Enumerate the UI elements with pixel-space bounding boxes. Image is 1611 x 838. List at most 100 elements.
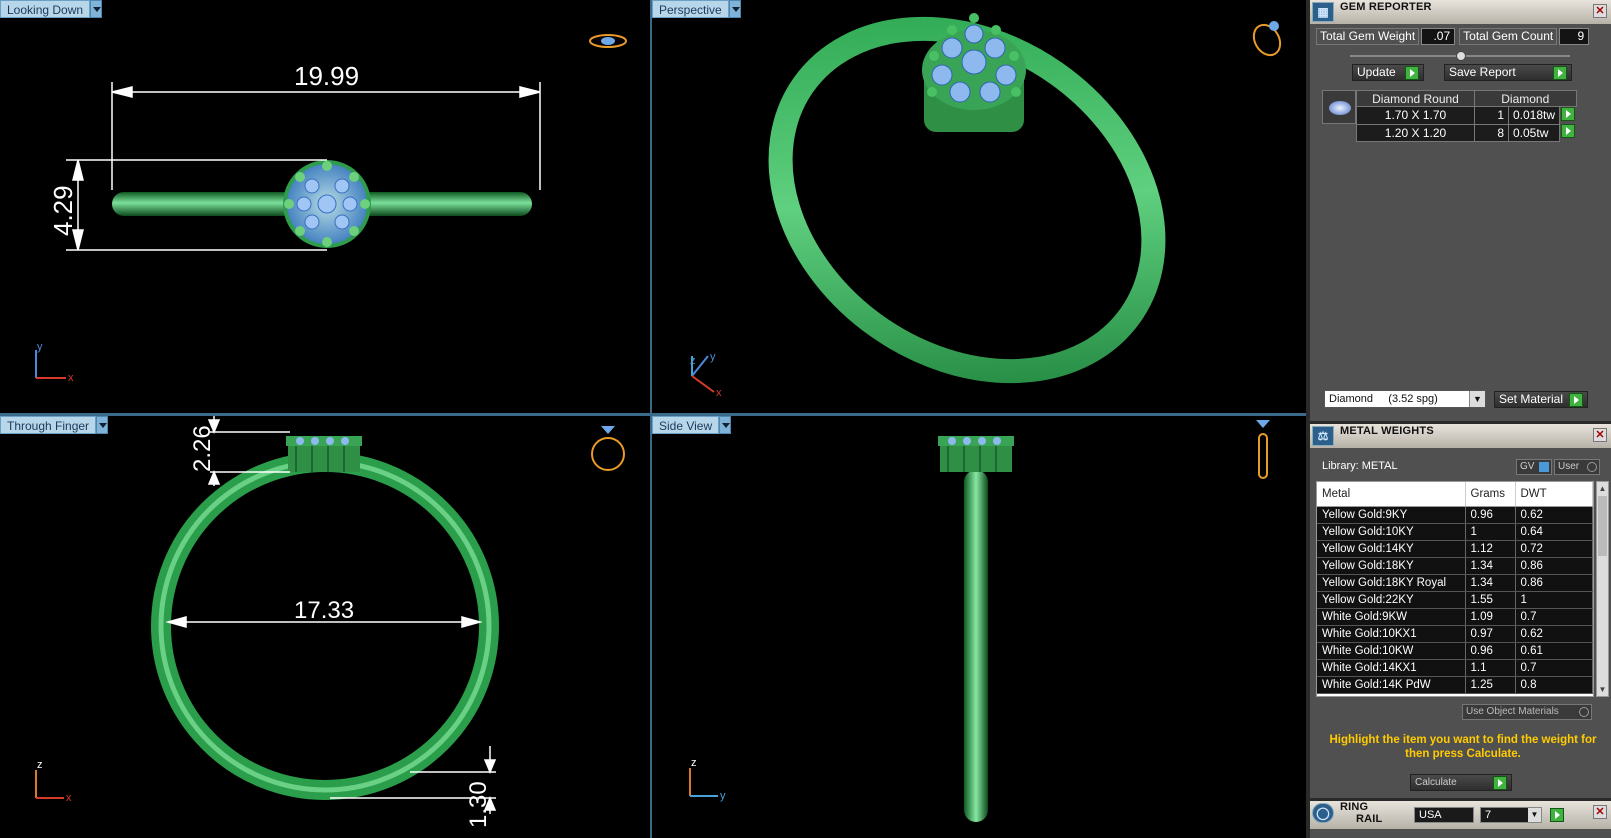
- dwt-cell: 1: [1515, 591, 1593, 609]
- ring-size-country-select[interactable]: USA: [1414, 807, 1474, 823]
- table-row[interactable]: Yellow Gold:14KY 1.12 0.72: [1317, 540, 1593, 558]
- play-icon: [1405, 65, 1419, 80]
- svg-text:x: x: [66, 792, 72, 804]
- viewport-looking-down[interactable]: 19.99 4.29 y x Looking Down: [0, 0, 650, 413]
- table-row[interactable]: Yellow Gold:18KY Royal 1.34 0.86: [1317, 574, 1593, 592]
- side-view-scene: z y: [689, 420, 1270, 822]
- save-report-button[interactable]: Save Report: [1444, 64, 1572, 81]
- table-row[interactable]: Yellow Gold:10KY 1 0.64: [1317, 523, 1593, 541]
- play-icon: [1553, 65, 1567, 80]
- grams-cell: 1.09: [1465, 608, 1516, 626]
- viewport-label-through-finger[interactable]: Through Finger: [0, 416, 109, 434]
- viewport-label-looking-down[interactable]: Looking Down: [0, 0, 103, 18]
- play-icon: [1569, 392, 1583, 407]
- calculate-button[interactable]: Calculate: [1410, 774, 1512, 791]
- use-object-materials-toggle[interactable]: Use Object Materials: [1462, 704, 1592, 720]
- dwt-cell: 0.7: [1515, 608, 1593, 626]
- chevron-down-icon[interactable]: [96, 416, 109, 434]
- gv-toggle[interactable]: GV: [1516, 459, 1552, 475]
- dim-top-height: 2.26: [189, 425, 216, 472]
- toggle-off-icon: [1587, 462, 1597, 472]
- chevron-down-icon[interactable]: [90, 0, 103, 18]
- ring-size-select[interactable]: 7 ▼: [1480, 807, 1542, 823]
- table-row[interactable]: White Gold:10KX1 0.97 0.62: [1317, 625, 1593, 643]
- dwt-cell: 0.72: [1515, 540, 1593, 558]
- metal-name-cell: Yellow Gold:22KY: [1317, 591, 1466, 609]
- dwt-cell: 0.86: [1515, 557, 1593, 575]
- ring-icon: ◯: [1312, 803, 1334, 823]
- close-icon[interactable]: ✕: [1593, 805, 1607, 819]
- metal-weights-table: Metal Grams DWT Yellow Gold:9KY 0.96 0.62 Y…: [1316, 481, 1594, 697]
- user-toggle[interactable]: User: [1554, 459, 1600, 475]
- chevron-down-icon[interactable]: [719, 416, 732, 434]
- update-button[interactable]: Update: [1352, 64, 1424, 81]
- gem-reporter-icon: ▦: [1312, 2, 1334, 22]
- viewport-side-view[interactable]: z y Side View: [652, 416, 1306, 838]
- viewport-through-finger[interactable]: 17.33 2.26 1.30 z x Through Finger: [0, 416, 650, 838]
- play-icon[interactable]: [1550, 808, 1564, 822]
- grams-cell: 1.1: [1465, 659, 1516, 677]
- chevron-down-icon[interactable]: [728, 0, 741, 18]
- metal-name-cell: White Gold:10KW: [1317, 642, 1466, 660]
- table-row[interactable]: White Gold:14K PdW 1.25 0.8: [1317, 676, 1593, 694]
- grams-cell: 1: [1465, 523, 1516, 541]
- gem-table: Diamond Round Diamond 1.70 X 1.70 1 0.01…: [1356, 90, 1577, 142]
- grams-cell: 0.96: [1465, 642, 1516, 660]
- material-select[interactable]: Diamond (3.52 spg) ▼: [1324, 390, 1486, 408]
- dim-height: 4.29: [48, 185, 78, 236]
- set-material-button[interactable]: Set Material: [1494, 391, 1588, 408]
- metal-name-cell: Yellow Gold:18KY: [1317, 557, 1466, 575]
- table-row[interactable]: White Gold:10KW 0.96 0.61: [1317, 642, 1593, 660]
- table-row[interactable]: Yellow Gold:18KY 1.34 0.86: [1317, 557, 1593, 575]
- chevron-down-icon[interactable]: ▼: [1598, 684, 1607, 695]
- axis-gizmo: y z x: [690, 351, 722, 399]
- chevron-up-icon[interactable]: ▲: [1598, 483, 1607, 494]
- slider-thumb[interactable]: [1456, 51, 1466, 61]
- chevron-down-icon[interactable]: ▼: [1528, 808, 1541, 822]
- dwt-cell: 0.61: [1515, 642, 1593, 660]
- total-gem-count-value: 9: [1559, 28, 1590, 45]
- metal-name-cell: Yellow Gold:14KY: [1317, 540, 1466, 558]
- grams-cell: 0.97: [1465, 625, 1516, 643]
- table-row[interactable]: White Gold:9KW 1.09 0.7: [1317, 608, 1593, 626]
- svg-text:z: z: [690, 355, 696, 367]
- column-header-grams[interactable]: Grams: [1465, 482, 1516, 507]
- table-row[interactable]: Yellow Gold:9KY 0.96 0.62: [1317, 506, 1593, 524]
- viewport-perspective[interactable]: y z x Perspective: [652, 0, 1306, 413]
- viewport-area: 19.99 4.29 y x Looking Down y z x Perspe…: [0, 0, 1306, 838]
- metal-name-cell: Yellow Gold:18KY Royal: [1317, 574, 1466, 592]
- close-icon[interactable]: ✕: [1593, 4, 1607, 18]
- grams-cell: 1.34: [1465, 574, 1516, 592]
- viewport-label-perspective[interactable]: Perspective: [652, 0, 741, 18]
- close-icon[interactable]: ✕: [1593, 428, 1607, 442]
- gem-table-header-type: Diamond: [1474, 90, 1577, 107]
- svg-text:y: y: [710, 351, 716, 363]
- ring-rail-header: ◯ RING RAIL USA 7 ▼ ✕: [1310, 801, 1611, 829]
- dwt-cell: 0.62: [1515, 506, 1593, 524]
- axis-gizmo: z y: [689, 757, 726, 802]
- grams-cell: 0.96: [1465, 506, 1516, 524]
- play-icon[interactable]: [1561, 107, 1576, 121]
- dim-band-thickness: 1.30: [465, 781, 492, 828]
- metal-name-cell: White Gold:14K PdW: [1317, 676, 1466, 694]
- dwt-cell: 0.64: [1515, 523, 1593, 541]
- chevron-down-icon[interactable]: ▼: [1469, 391, 1485, 407]
- table-row[interactable]: Yellow Gold:22KY 1.55 1: [1317, 591, 1593, 609]
- play-icon: [1493, 775, 1507, 790]
- metal-weights-header: ⚖ METAL WEIGHTS ✕: [1310, 424, 1611, 448]
- gem-reporter-header: ▦ GEM REPORTER ✕: [1310, 0, 1611, 24]
- table-row[interactable]: 1.70 X 1.70 1 0.018tw: [1356, 106, 1577, 125]
- play-icon[interactable]: [1561, 124, 1576, 138]
- scale-icon: ⚖: [1312, 426, 1334, 446]
- scrollbar-thumb[interactable]: [1598, 496, 1607, 556]
- column-header-dwt[interactable]: DWT: [1515, 482, 1593, 507]
- metal-table-scrollbar[interactable]: ▲ ▼: [1596, 481, 1609, 697]
- gem-totals: Total Gem Weight .07 Total Gem Count 9: [1316, 28, 1590, 45]
- viewport-label-side-view[interactable]: Side View: [652, 416, 732, 434]
- table-row[interactable]: 1.20 X 1.20 8 0.05tw: [1356, 123, 1577, 142]
- column-header-metal[interactable]: Metal: [1317, 482, 1466, 507]
- svg-text:x: x: [716, 387, 722, 399]
- through-finger-scene: 17.33 2.26 1.30 z x: [35, 416, 625, 828]
- table-row[interactable]: White Gold:14KX1 1.1 0.7: [1317, 659, 1593, 677]
- total-gem-weight-value: .07: [1421, 28, 1456, 45]
